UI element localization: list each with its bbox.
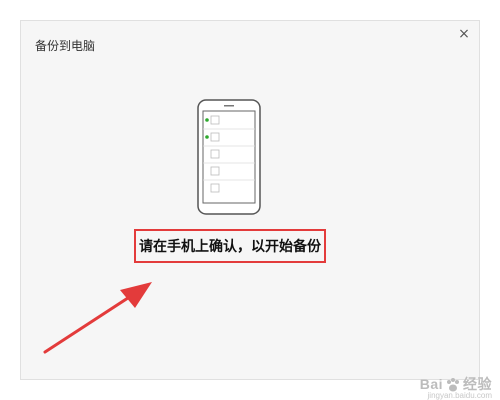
dialog-title: 备份到电脑 <box>35 39 96 53</box>
watermark-brand-right: 经验 <box>463 376 492 392</box>
close-icon[interactable]: × <box>455 25 473 43</box>
confirm-message: 请在手机上确认，以开始备份 <box>139 239 321 255</box>
status-dot <box>205 135 209 139</box>
status-dot <box>205 118 209 122</box>
phone-illustration <box>197 99 261 215</box>
watermark-brand-left: Bai <box>419 376 443 392</box>
watermark-url: jingyan.baidu.com <box>427 391 492 400</box>
confirm-message-box: 请在手机上确认，以开始备份 <box>134 229 326 263</box>
